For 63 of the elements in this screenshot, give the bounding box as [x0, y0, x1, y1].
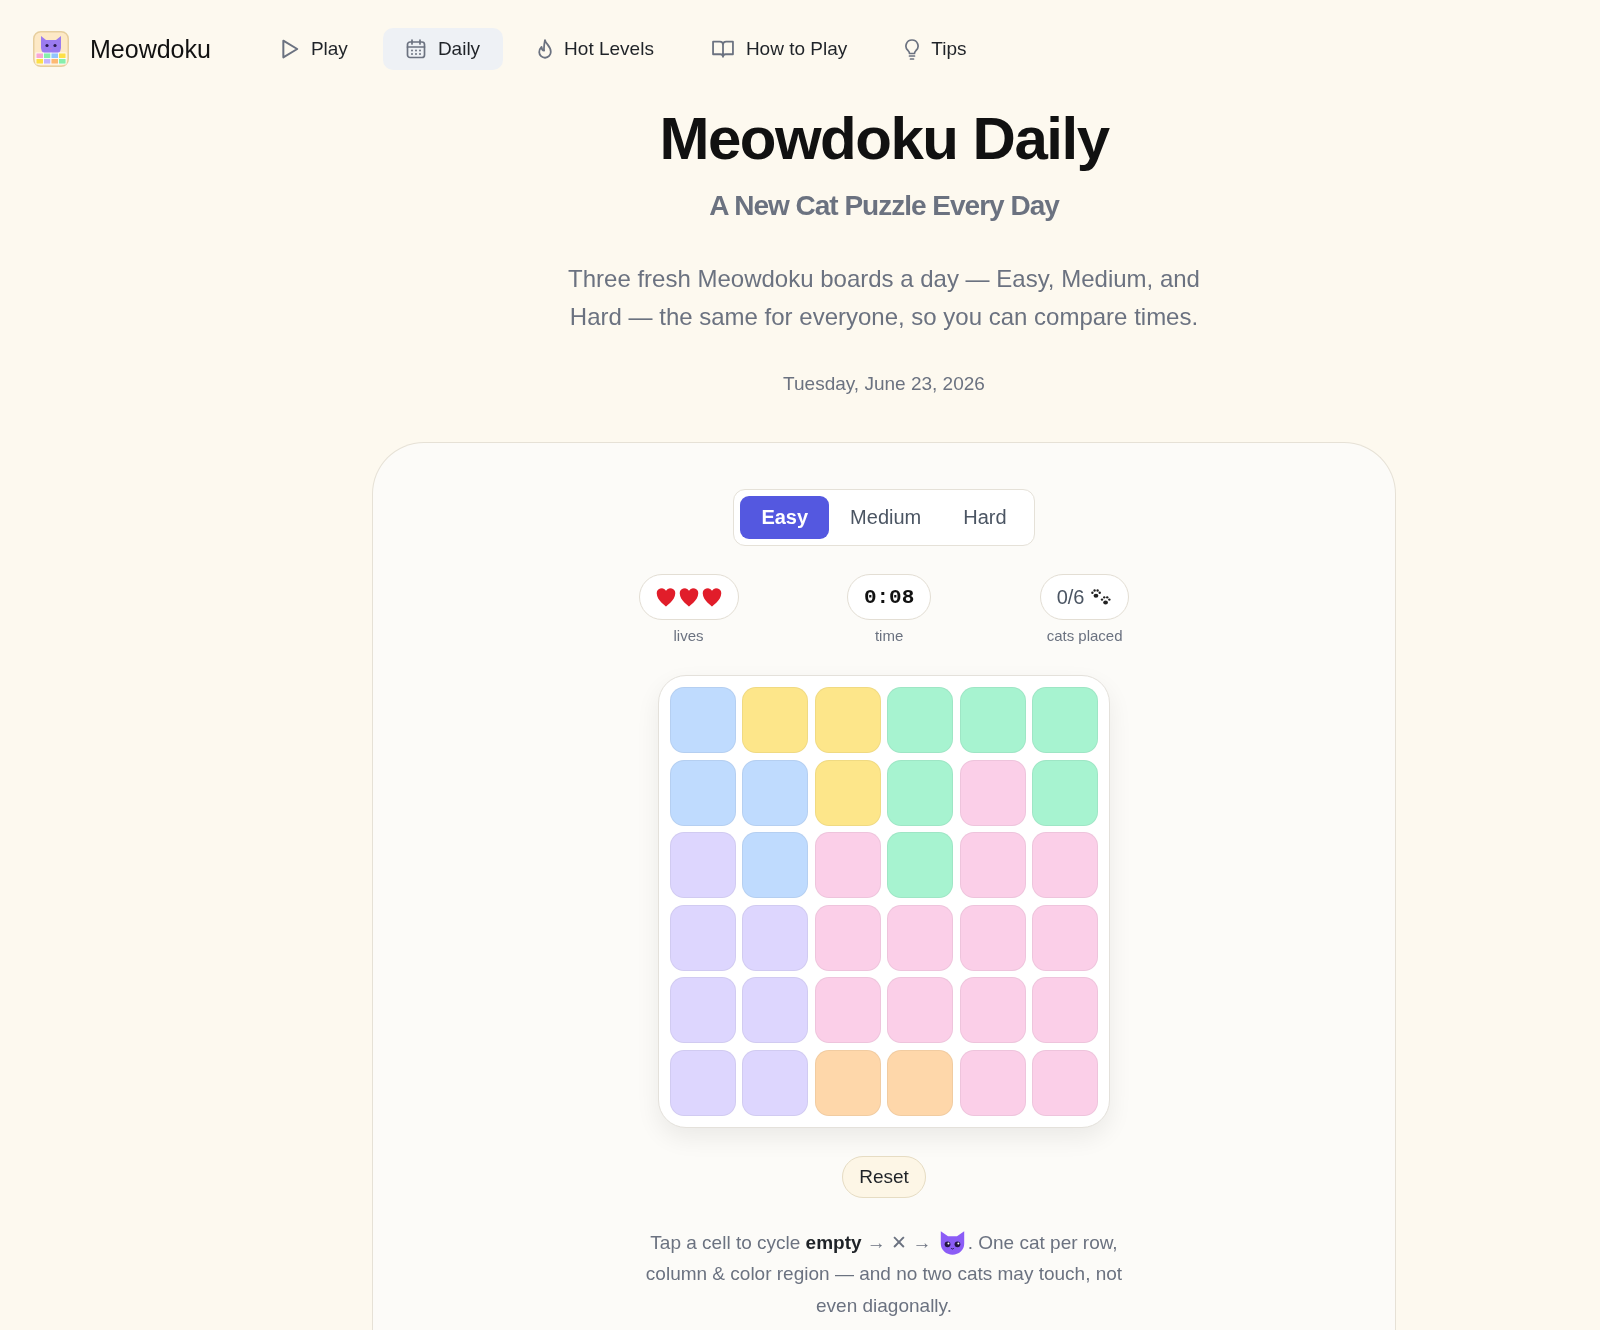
board-cell[interactable]	[959, 687, 1026, 753]
board-cell[interactable]	[814, 904, 881, 971]
intro-text: Three fresh Meowdoku boards a day — Easy, Medium, and Hard — the same for everyone, so you can compare times.	[567, 264, 1201, 332]
board-cell[interactable]	[669, 687, 736, 753]
board-cell[interactable]	[1032, 759, 1099, 826]
nav-link[interactable]: Play	[257, 28, 371, 70]
nav-link[interactable]: Hot Levels	[515, 28, 677, 70]
book-icon	[711, 40, 734, 58]
board-cell[interactable]	[887, 687, 954, 753]
board-cell[interactable]	[887, 977, 954, 1043]
board-cell[interactable]	[669, 904, 736, 971]
date-text: Tuesday, June 23, 2026	[783, 372, 985, 396]
board-cell[interactable]	[742, 759, 809, 826]
board-cell[interactable]	[959, 904, 1026, 971]
board-cell[interactable]	[742, 904, 809, 971]
board-cell[interactable]	[1032, 687, 1099, 753]
board-cell[interactable]	[814, 1049, 881, 1116]
cats-count-text: 0/6	[1056, 585, 1085, 609]
board-cell[interactable]	[959, 977, 1026, 1043]
play-icon	[280, 39, 299, 59]
board-cell[interactable]	[814, 977, 881, 1043]
board-cell[interactable]	[669, 1049, 736, 1116]
board-cell[interactable]	[959, 832, 1026, 898]
difficulty-tab[interactable]: Medium	[829, 496, 943, 539]
board-cell[interactable]	[814, 832, 881, 898]
flame-icon	[538, 38, 553, 60]
stat-label: time	[874, 627, 904, 645]
board-cell[interactable]	[887, 904, 954, 971]
board-cell[interactable]	[742, 977, 809, 1043]
board-cell[interactable]	[814, 759, 881, 826]
board-cell[interactable]	[1032, 1049, 1099, 1116]
brand-link[interactable]: Meowdoku	[90, 34, 211, 64]
page-subtitle: A New Cat Puzzle Every Day	[709, 189, 1059, 223]
instructions-text: Tap a cell to cycle empty → ✕ → . One cat per row, column & color region — and no two cats may touch, not even diagonally.	[629, 1226, 1139, 1321]
board-cell[interactable]	[887, 1049, 954, 1116]
board-cell[interactable]	[1032, 977, 1099, 1043]
cat-logo-icon	[33, 31, 69, 67]
board-cell[interactable]	[1032, 832, 1099, 898]
board-cell[interactable]	[742, 687, 809, 753]
board-cell[interactable]	[742, 832, 809, 898]
nav-link[interactable]: Daily	[382, 28, 504, 70]
difficulty-tab[interactable]: Easy	[740, 496, 830, 539]
board-cell[interactable]	[1032, 904, 1099, 971]
page-title: Meowdoku Daily	[659, 106, 1109, 172]
paw-prints-icon	[1090, 587, 1113, 607]
nav-link[interactable]: Tips	[882, 28, 990, 70]
board-cell[interactable]	[814, 687, 881, 753]
calendar-icon	[405, 39, 426, 59]
board-cell[interactable]	[887, 832, 954, 898]
board-cell[interactable]	[887, 759, 954, 826]
board-cell[interactable]	[669, 977, 736, 1043]
timer-display: 0:08	[846, 574, 932, 620]
board-cell[interactable]	[959, 759, 1026, 826]
nav-link[interactable]: How to Play	[688, 28, 871, 70]
board-cell[interactable]	[959, 1049, 1026, 1116]
stat-label: cats placed	[1046, 627, 1123, 645]
lightbulb-icon	[905, 38, 920, 60]
board-cell[interactable]	[669, 832, 736, 898]
stat-label: lives	[673, 627, 704, 645]
board-cell[interactable]	[669, 759, 736, 826]
difficulty-tab[interactable]: Hard	[942, 496, 1028, 539]
board-cell[interactable]	[742, 1049, 809, 1116]
reset-button[interactable]: Reset	[842, 1155, 926, 1198]
